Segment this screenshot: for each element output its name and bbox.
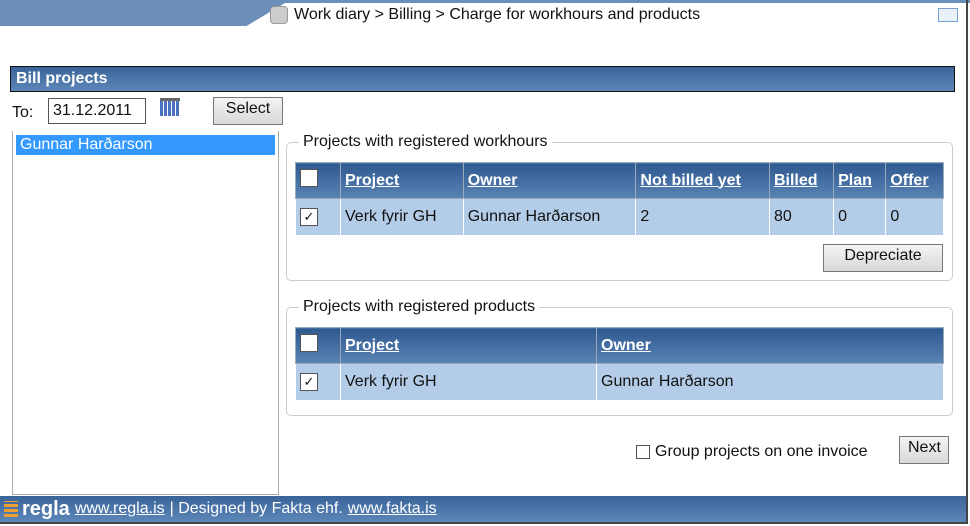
breadcrumb: Work diary > Billing > Charge for workho…: [270, 6, 700, 24]
cell-not-billed: 2: [635, 198, 770, 236]
select-button[interactable]: Select: [213, 97, 283, 125]
products-legend: Projects with registered products: [303, 298, 536, 315]
col-not-billed[interactable]: Not billed yet: [635, 162, 770, 199]
footer: regla www.regla.is | Designed by Fakta e…: [0, 496, 968, 522]
col-owner[interactable]: Owner: [462, 162, 637, 199]
calendar-icon[interactable]: [160, 98, 180, 116]
workhours-legend: Projects with registered workhours: [303, 133, 548, 150]
people-list: Gunnar Harðarson: [12, 131, 279, 495]
to-label: To:: [12, 104, 34, 121]
mail-icon[interactable]: [938, 8, 958, 22]
fakta-link[interactable]: www.fakta.is: [348, 500, 437, 518]
next-button[interactable]: Next: [899, 436, 949, 464]
cell-billed: 80: [768, 198, 835, 236]
workhours-table: Project Owner Not billed yet Billed Plan…: [295, 162, 944, 236]
cell-offer: 0: [885, 198, 944, 236]
group-option[interactable]: Group projects on one invoice: [636, 443, 868, 461]
regla-link[interactable]: www.regla.is: [75, 500, 165, 518]
row-checkbox[interactable]: ✓: [300, 208, 318, 226]
group-label: Group projects on one invoice: [655, 443, 868, 460]
to-date-input[interactable]: 31.12.2011: [48, 98, 146, 124]
cell-plan: 0: [833, 198, 887, 236]
select-all-checkbox[interactable]: [300, 334, 318, 352]
depreciate-button[interactable]: Depreciate: [823, 244, 943, 272]
footer-text: | Designed by Fakta ehf.: [169, 500, 343, 517]
row-checkbox[interactable]: ✓: [300, 373, 318, 391]
cell-owner: Gunnar Harðarson: [596, 363, 944, 401]
products-table: Project Owner ✓ Verk fyrir GH Gunnar Har…: [295, 327, 944, 401]
col-plan[interactable]: Plan: [833, 162, 887, 199]
section-title: Bill projects: [10, 66, 955, 92]
list-item[interactable]: Gunnar Harðarson: [16, 135, 275, 155]
cell-project: Verk fyrir GH: [340, 363, 597, 401]
cell-owner: Gunnar Harðarson: [462, 198, 637, 236]
table-row: ✓ Verk fyrir GH Gunnar Harðarson: [295, 363, 944, 401]
col-project[interactable]: Project: [340, 327, 597, 364]
select-all-checkbox[interactable]: [300, 169, 318, 187]
regla-logo: regla: [4, 498, 70, 521]
cell-project: Verk fyrir GH: [340, 198, 464, 236]
group-checkbox[interactable]: [636, 445, 650, 459]
table-row: ✓ Verk fyrir GH Gunnar Harðarson 2 80 0 …: [295, 198, 944, 236]
cube-icon: [270, 6, 288, 24]
breadcrumb-text: Work diary > Billing > Charge for workho…: [294, 6, 701, 23]
col-project[interactable]: Project: [340, 162, 464, 199]
col-billed[interactable]: Billed: [768, 162, 835, 199]
col-owner[interactable]: Owner: [596, 327, 944, 364]
col-offer[interactable]: Offer: [885, 162, 944, 199]
